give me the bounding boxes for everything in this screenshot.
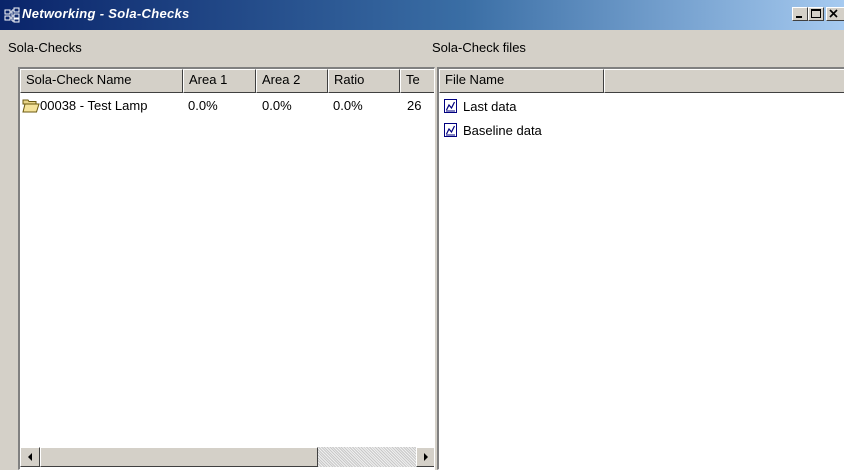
horizontal-scrollbar[interactable] bbox=[20, 447, 434, 467]
minimize-icon bbox=[796, 16, 802, 18]
folder-open-icon bbox=[22, 99, 40, 113]
column-header-name[interactable]: Sola-Check Name bbox=[20, 69, 183, 93]
close-icon bbox=[829, 9, 838, 18]
column-header-ratio[interactable]: Ratio bbox=[328, 69, 400, 93]
column-header-blank[interactable] bbox=[604, 69, 844, 93]
column-header-area2[interactable]: Area 2 bbox=[256, 69, 328, 93]
minimize-button[interactable] bbox=[792, 7, 808, 21]
scroll-left-button[interactable] bbox=[20, 447, 40, 467]
window-title: Networking - Sola-Checks bbox=[22, 6, 190, 21]
maximize-icon bbox=[811, 9, 821, 18]
scroll-track[interactable] bbox=[318, 447, 416, 467]
maximize-button[interactable] bbox=[808, 7, 824, 21]
row-name: 00038 - Test Lamp bbox=[40, 98, 148, 113]
column-header-area1[interactable]: Area 1 bbox=[183, 69, 256, 93]
column-header-te[interactable]: Te bbox=[400, 69, 434, 93]
column-header-file-name[interactable]: File Name bbox=[439, 69, 604, 93]
title-bar[interactable]: Networking - Sola-Checks bbox=[0, 0, 844, 30]
file-name: Last data bbox=[463, 99, 517, 114]
arrow-left-icon bbox=[28, 453, 32, 461]
row-area1: 0.0% bbox=[188, 98, 218, 113]
sola-check-files-list[interactable]: File Name Last data Baseline data bbox=[437, 67, 844, 470]
close-button[interactable] bbox=[826, 7, 844, 21]
file-name: Baseline data bbox=[463, 123, 542, 138]
scroll-thumb[interactable] bbox=[40, 447, 318, 467]
network-icon bbox=[4, 7, 20, 23]
row-ratio: 0.0% bbox=[333, 98, 363, 113]
sola-checks-label: Sola-Checks bbox=[8, 40, 82, 55]
data-file-icon bbox=[444, 99, 457, 113]
table-row[interactable]: 00038 - Test Lamp 0.0% 0.0% 0.0% 26 bbox=[20, 95, 434, 117]
data-file-icon bbox=[444, 123, 457, 137]
row-area2: 0.0% bbox=[262, 98, 292, 113]
arrow-right-icon bbox=[424, 453, 428, 461]
scroll-right-button[interactable] bbox=[416, 447, 434, 467]
sola-checks-list[interactable]: Sola-Check Name Area 1 Area 2 Ratio Te 0… bbox=[18, 67, 435, 470]
row-te: 26 bbox=[407, 98, 422, 113]
sola-check-files-label: Sola-Check files bbox=[432, 40, 526, 55]
